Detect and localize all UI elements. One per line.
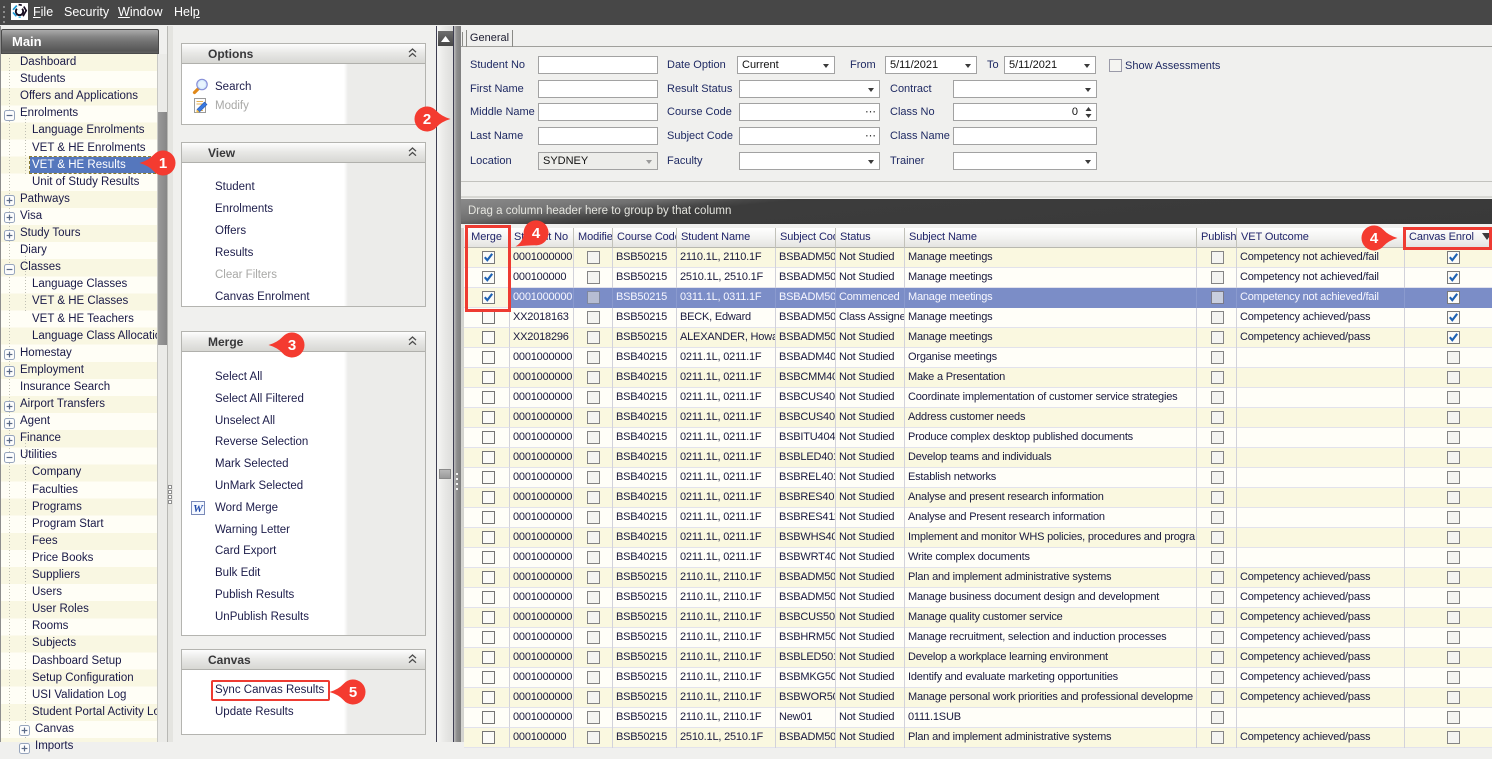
svg-text:3: 3 <box>288 337 296 354</box>
svg-text:1: 1 <box>159 155 167 172</box>
svg-text:2: 2 <box>423 111 431 128</box>
svg-text:4: 4 <box>1370 230 1379 247</box>
svg-text:4: 4 <box>532 225 541 242</box>
svg-text:5: 5 <box>349 684 357 701</box>
svg-text:W: W <box>193 503 204 515</box>
